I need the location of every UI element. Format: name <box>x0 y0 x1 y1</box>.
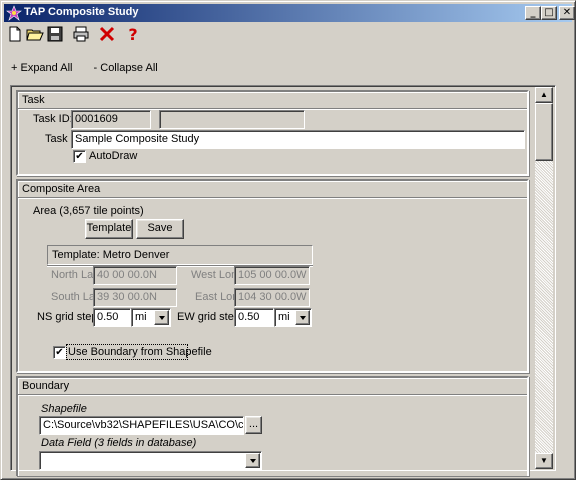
data-field-label: Data Field (3 fields in database) <box>41 437 197 449</box>
toolbar: ? <box>5 23 565 45</box>
task-name-input[interactable]: Sample Composite Study <box>71 130 525 149</box>
ew-grid-input[interactable]: 0.50 <box>234 308 274 327</box>
shapefile-path-input[interactable]: C:\Source\vb32\SHAPEFILES\USA\CO\co_co <box>39 416 244 435</box>
chevron-down-icon[interactable] <box>295 310 310 325</box>
ew-grid-unit-select[interactable]: mi <box>274 308 312 327</box>
help-glyph: ? <box>128 24 138 44</box>
autodraw-label: AutoDraw <box>89 150 138 162</box>
save-template-button[interactable]: Save <box>136 219 184 239</box>
composite-area-title: Composite Area <box>22 183 101 195</box>
close-button[interactable]: ✕ <box>559 6 575 20</box>
scroll-thumb[interactable] <box>535 103 553 161</box>
west-lon-field[interactable]: 105 00 00.0W <box>234 266 310 285</box>
east-lon-field[interactable]: 104 30 00.0W <box>234 288 310 307</box>
scroll-down-button[interactable]: ▼ <box>535 453 553 469</box>
scroll-up-button[interactable]: ▲ <box>535 87 553 103</box>
autodraw-checkbox[interactable]: ✔ <box>73 150 86 163</box>
ns-grid-unit-value: mi <box>135 311 147 323</box>
vertical-scrollbar[interactable]: ▲ ▼ <box>535 87 553 469</box>
print-icon[interactable] <box>71 24 91 44</box>
title-bar[interactable]: TAP Composite Study _ □ ✕ <box>4 4 575 22</box>
app-icon <box>6 5 22 21</box>
use-boundary-checkbox[interactable]: ✔ <box>53 346 66 359</box>
section-divider <box>18 197 527 199</box>
task-section-title: Task <box>22 94 45 106</box>
chevron-down-icon[interactable] <box>245 453 260 468</box>
help-question-icon[interactable]: ? <box>123 24 143 44</box>
collapse-all-link[interactable]: - Collapse All <box>94 62 158 74</box>
new-document-icon[interactable] <box>5 24 25 44</box>
ns-grid-input[interactable]: 0.50 <box>93 308 131 327</box>
browse-button[interactable]: ... <box>245 416 262 434</box>
open-folder-icon[interactable] <box>25 24 45 44</box>
chevron-down-icon[interactable] <box>154 310 169 325</box>
ns-grid-label: NS grid step: <box>37 311 101 323</box>
window-title: TAP Composite Study <box>24 6 139 18</box>
west-lon-label: West Lon <box>191 269 238 281</box>
section-divider <box>18 394 527 396</box>
template-button[interactable]: Template <box>85 219 133 239</box>
expand-collapse-row: + Expand All - Collapse All <box>11 62 176 74</box>
south-lat-field[interactable]: 39 30 00.0N <box>93 288 177 307</box>
data-field-select[interactable] <box>39 451 262 470</box>
boundary-title: Boundary <box>22 380 70 392</box>
task-name-label: Task <box>45 133 68 145</box>
minimize-button[interactable]: _ <box>525 6 541 20</box>
expand-all-link[interactable]: + Expand All <box>11 62 72 74</box>
delete-x-icon[interactable] <box>97 24 117 44</box>
south-lat-label: South Lat <box>51 291 99 303</box>
maximize-button[interactable]: □ <box>541 6 557 20</box>
north-lat-label: North Lat <box>51 269 97 281</box>
east-lon-label: East Lon <box>195 291 239 303</box>
task-id-label: Task ID: <box>33 113 73 125</box>
main-window: TAP Composite Study _ □ ✕ ? + Expand All… <box>0 0 576 480</box>
ns-grid-unit-select[interactable]: mi <box>131 308 171 327</box>
area-count-text: Area (3,657 tile points) <box>33 205 144 217</box>
template-name-box: Template: Metro Denver <box>47 245 313 265</box>
task-id-extra-field <box>159 110 305 129</box>
save-disk-icon[interactable] <box>45 24 65 44</box>
task-id-field: 0001609 <box>71 110 151 129</box>
shapefile-label: Shapefile <box>41 403 87 415</box>
north-lat-field[interactable]: 40 00 00.0N <box>93 266 177 285</box>
use-boundary-label: Use Boundary from Shapefile <box>68 346 212 358</box>
ew-grid-unit-value: mi <box>278 311 290 323</box>
